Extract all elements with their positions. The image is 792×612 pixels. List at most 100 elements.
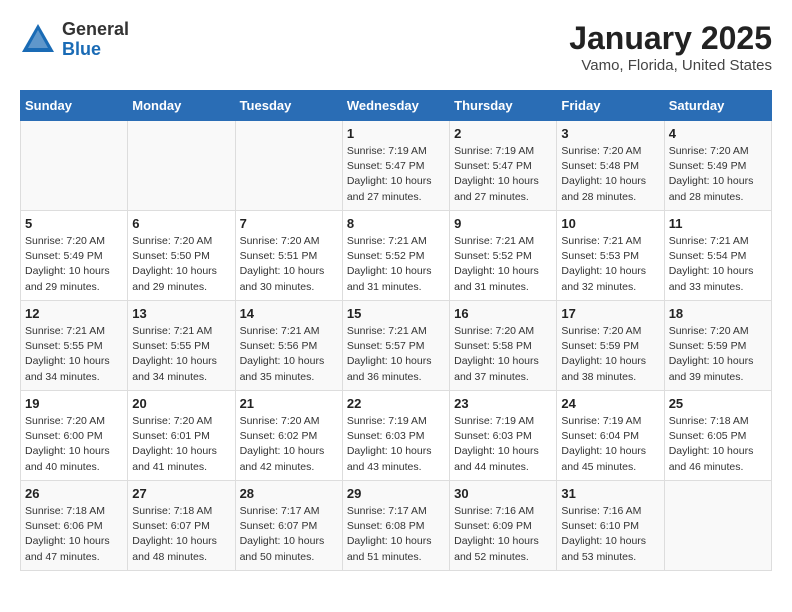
calendar-cell: 6 Sunrise: 7:20 AM Sunset: 5:50 PM Daylig…	[128, 211, 235, 301]
calendar-cell: 27Sunrise: 7:18 AM Sunset: 6:07 PM Dayli…	[128, 481, 235, 571]
day-info: Sunrise: 7:17 AM Sunset: 6:08 PM Dayligh…	[347, 504, 445, 565]
day-info: Sunrise: 7:16 AM Sunset: 6:10 PM Dayligh…	[561, 504, 659, 565]
calendar-cell: 4 Sunrise: 7:20 AM Sunset: 5:49 PM Daylig…	[664, 121, 771, 211]
day-info: Sunrise: 7:17 AM Sunset: 6:07 PM Dayligh…	[240, 504, 338, 565]
calendar-cell: 25 Sunrise: 7:18 AM Sunset: 6:05 PM Dayli…	[664, 391, 771, 481]
calendar-cell: 5 Sunrise: 7:20 AM Sunset: 5:49 PM Daylig…	[21, 211, 128, 301]
day-number: 23	[454, 396, 552, 411]
calendar-cell: 18Sunrise: 7:20 AM Sunset: 5:59 PM Dayli…	[664, 301, 771, 391]
weekday-header-sunday: Sunday	[21, 91, 128, 121]
calendar-cell	[128, 121, 235, 211]
day-info: Sunrise: 7:21 AM Sunset: 5:56 PM Dayligh…	[240, 324, 338, 385]
day-info: Sunrise: 7:20 AM Sunset: 5:48 PM Dayligh…	[561, 144, 659, 205]
day-info: Sunrise: 7:20 AM Sunset: 5:49 PM Dayligh…	[669, 144, 767, 205]
calendar-cell: 11 Sunrise: 7:21 AM Sunset: 5:54 PM Dayli…	[664, 211, 771, 301]
weekday-header-wednesday: Wednesday	[342, 91, 449, 121]
calendar-cell: 30Sunrise: 7:16 AM Sunset: 6:09 PM Dayli…	[450, 481, 557, 571]
calendar-cell: 3 Sunrise: 7:20 AM Sunset: 5:48 PM Daylig…	[557, 121, 664, 211]
day-info: Sunrise: 7:21 AM Sunset: 5:53 PM Dayligh…	[561, 234, 659, 295]
logo-text: General Blue	[62, 20, 129, 60]
day-number: 22	[347, 396, 445, 411]
day-number: 12	[25, 306, 123, 321]
day-number: 2	[454, 126, 552, 141]
day-number: 3	[561, 126, 659, 141]
calendar-table: SundayMondayTuesdayWednesdayThursdayFrid…	[20, 90, 772, 571]
day-info: Sunrise: 7:16 AM Sunset: 6:09 PM Dayligh…	[454, 504, 552, 565]
day-number: 8	[347, 216, 445, 231]
day-info: Sunrise: 7:18 AM Sunset: 6:05 PM Dayligh…	[669, 414, 767, 475]
day-number: 5	[25, 216, 123, 231]
day-info: Sunrise: 7:20 AM Sunset: 5:49 PM Dayligh…	[25, 234, 123, 295]
day-number: 7	[240, 216, 338, 231]
day-number: 27	[132, 486, 230, 501]
calendar-cell: 28 Sunrise: 7:17 AM Sunset: 6:07 PM Dayli…	[235, 481, 342, 571]
calendar-week-row: 5 Sunrise: 7:20 AM Sunset: 5:49 PM Daylig…	[21, 211, 772, 301]
calendar-week-row: 19Sunrise: 7:20 AM Sunset: 6:00 PM Dayli…	[21, 391, 772, 481]
page-header: General Blue January 2025 Vamo, Florida,…	[20, 20, 772, 74]
day-number: 1	[347, 126, 445, 141]
calendar-cell: 19Sunrise: 7:20 AM Sunset: 6:00 PM Dayli…	[21, 391, 128, 481]
day-info: Sunrise: 7:21 AM Sunset: 5:55 PM Dayligh…	[25, 324, 123, 385]
day-number: 29	[347, 486, 445, 501]
calendar-cell: 13 Sunrise: 7:21 AM Sunset: 5:55 PM Dayli…	[128, 301, 235, 391]
calendar-cell: 20Sunrise: 7:20 AM Sunset: 6:01 PM Dayli…	[128, 391, 235, 481]
day-info: Sunrise: 7:20 AM Sunset: 5:59 PM Dayligh…	[561, 324, 659, 385]
calendar-cell	[235, 121, 342, 211]
day-info: Sunrise: 7:18 AM Sunset: 6:06 PM Dayligh…	[25, 504, 123, 565]
day-info: Sunrise: 7:21 AM Sunset: 5:54 PM Dayligh…	[669, 234, 767, 295]
day-info: Sunrise: 7:19 AM Sunset: 6:03 PM Dayligh…	[347, 414, 445, 475]
day-number: 18	[669, 306, 767, 321]
logo-icon	[20, 22, 56, 58]
day-number: 4	[669, 126, 767, 141]
day-info: Sunrise: 7:20 AM Sunset: 5:50 PM Dayligh…	[132, 234, 230, 295]
day-number: 16	[454, 306, 552, 321]
day-number: 9	[454, 216, 552, 231]
day-info: Sunrise: 7:20 AM Sunset: 5:51 PM Dayligh…	[240, 234, 338, 295]
page-title: January 2025	[569, 20, 772, 57]
day-number: 24	[561, 396, 659, 411]
calendar-cell: 8 Sunrise: 7:21 AM Sunset: 5:52 PM Daylig…	[342, 211, 449, 301]
calendar-cell: 12 Sunrise: 7:21 AM Sunset: 5:55 PM Dayli…	[21, 301, 128, 391]
weekday-header-monday: Monday	[128, 91, 235, 121]
day-info: Sunrise: 7:19 AM Sunset: 6:04 PM Dayligh…	[561, 414, 659, 475]
day-number: 11	[669, 216, 767, 231]
page-subtitle: Vamo, Florida, United States	[569, 57, 772, 74]
day-number: 31	[561, 486, 659, 501]
calendar-cell: 9 Sunrise: 7:21 AM Sunset: 5:52 PM Daylig…	[450, 211, 557, 301]
day-number: 13	[132, 306, 230, 321]
day-info: Sunrise: 7:21 AM Sunset: 5:52 PM Dayligh…	[454, 234, 552, 295]
day-number: 26	[25, 486, 123, 501]
weekday-header-friday: Friday	[557, 91, 664, 121]
calendar-cell: 17 Sunrise: 7:20 AM Sunset: 5:59 PM Dayli…	[557, 301, 664, 391]
logo-blue: Blue	[62, 40, 129, 60]
calendar-week-row: 1 Sunrise: 7:19 AM Sunset: 5:47 PM Daylig…	[21, 121, 772, 211]
day-info: Sunrise: 7:21 AM Sunset: 5:52 PM Dayligh…	[347, 234, 445, 295]
calendar-cell: 29 Sunrise: 7:17 AM Sunset: 6:08 PM Dayli…	[342, 481, 449, 571]
calendar-week-row: 26 Sunrise: 7:18 AM Sunset: 6:06 PM Dayli…	[21, 481, 772, 571]
day-number: 6	[132, 216, 230, 231]
calendar-cell: 22 Sunrise: 7:19 AM Sunset: 6:03 PM Dayli…	[342, 391, 449, 481]
day-info: Sunrise: 7:21 AM Sunset: 5:55 PM Dayligh…	[132, 324, 230, 385]
day-number: 17	[561, 306, 659, 321]
calendar-cell: 15Sunrise: 7:21 AM Sunset: 5:57 PM Dayli…	[342, 301, 449, 391]
calendar-cell: 10Sunrise: 7:21 AM Sunset: 5:53 PM Dayli…	[557, 211, 664, 301]
day-info: Sunrise: 7:19 AM Sunset: 5:47 PM Dayligh…	[347, 144, 445, 205]
weekday-header-thursday: Thursday	[450, 91, 557, 121]
day-info: Sunrise: 7:21 AM Sunset: 5:57 PM Dayligh…	[347, 324, 445, 385]
calendar-cell: 26 Sunrise: 7:18 AM Sunset: 6:06 PM Dayli…	[21, 481, 128, 571]
day-number: 28	[240, 486, 338, 501]
day-number: 25	[669, 396, 767, 411]
title-block: January 2025 Vamo, Florida, United State…	[569, 20, 772, 74]
calendar-cell: 1 Sunrise: 7:19 AM Sunset: 5:47 PM Daylig…	[342, 121, 449, 211]
calendar-week-row: 12 Sunrise: 7:21 AM Sunset: 5:55 PM Dayli…	[21, 301, 772, 391]
calendar-cell	[664, 481, 771, 571]
weekday-header-tuesday: Tuesday	[235, 91, 342, 121]
calendar-header-row: SundayMondayTuesdayWednesdayThursdayFrid…	[21, 91, 772, 121]
logo: General Blue	[20, 20, 129, 60]
calendar-cell: 7 Sunrise: 7:20 AM Sunset: 5:51 PM Daylig…	[235, 211, 342, 301]
weekday-header-saturday: Saturday	[664, 91, 771, 121]
day-info: Sunrise: 7:20 AM Sunset: 6:02 PM Dayligh…	[240, 414, 338, 475]
calendar-cell: 24 Sunrise: 7:19 AM Sunset: 6:04 PM Dayli…	[557, 391, 664, 481]
logo-general: General	[62, 20, 129, 40]
calendar-cell	[21, 121, 128, 211]
